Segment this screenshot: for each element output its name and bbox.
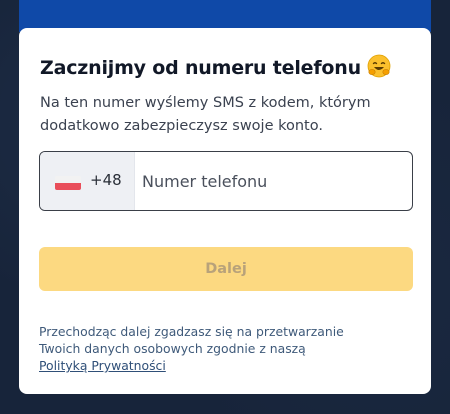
next-button[interactable]: Dalej [39,247,413,291]
card-title: Zacznijmy od numeru telefonu [40,54,391,79]
card-subtitle: Na ten numer wyślemy SMS z kodem, którym… [40,95,371,134]
phone-number-input[interactable] [142,152,402,210]
privacy-policy-link[interactable]: Polityką Prywatności [39,358,166,373]
country-prefix: +48 [90,171,122,189]
phone-card: Zacznijmy od numeru telefonu Na ten nume… [19,28,431,394]
phone-field: +48 [39,151,413,211]
poland-flag-icon [55,176,81,190]
card-title-text: Zacznijmy od numeru telefonu [40,57,361,79]
privacy-consent-text: Przechodząc dalej zgadzasz się na przetw… [39,323,409,374]
consent-line-1: Przechodząc dalej zgadzasz się na przetw… [39,324,344,339]
country-code-select[interactable]: +48 [40,152,135,210]
consent-line-2: Twoich danych osobowych zgodnie z naszą [39,341,306,356]
hugging-face-emoji-icon [367,54,391,78]
